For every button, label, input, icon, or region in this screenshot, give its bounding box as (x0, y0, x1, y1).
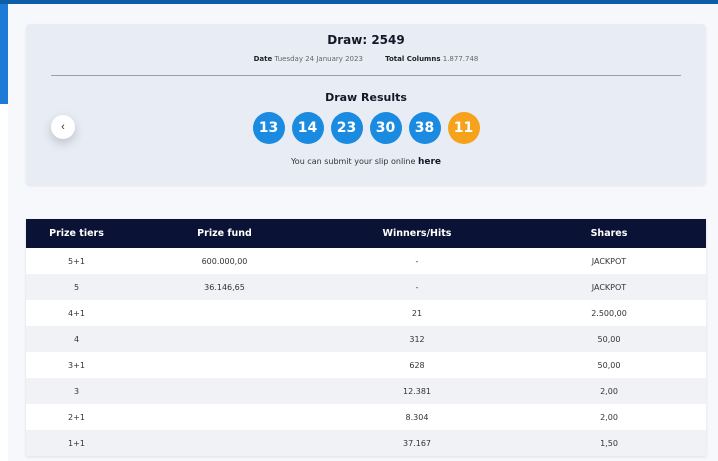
cell-tier: 3 (73, 386, 80, 396)
cell-tier: 3+1 (68, 360, 85, 370)
cell-fund (127, 378, 322, 404)
submit-slip-text: You can submit your slip online here (26, 157, 706, 167)
table-row: 2+1 8.304 2,00 (26, 404, 706, 430)
table-row: 3 12.381 2,00 (26, 378, 706, 404)
table-row: 4+1 21 2.500,00 (26, 300, 706, 326)
cell-fund (127, 430, 322, 456)
cell-tier: 5 (73, 282, 80, 292)
cell-shares: 2.500,00 (591, 308, 627, 318)
cell-fund: 36.146,65 (204, 282, 245, 292)
submit-slip-link[interactable]: here (418, 157, 441, 167)
result-ball: 30 (369, 112, 402, 144)
table-row: 1+1 37.167 1,50 (26, 430, 706, 456)
table-row: 5 36.146,65 - JACKPOT (26, 274, 706, 300)
draw-results-title: Draw Results (325, 91, 407, 104)
table-row: 5+1 600.000,00 - JACKPOT (26, 248, 706, 274)
cell-winners: 628 (409, 360, 425, 370)
total-columns-value: 1.877.748 (442, 55, 479, 63)
cell-shares: 2,00 (600, 412, 618, 422)
cell-shares: 2,00 (600, 386, 618, 396)
cell-shares: 50,00 (597, 334, 621, 344)
cell-fund (127, 404, 322, 430)
result-ball: 14 (291, 112, 324, 144)
side-panel-edge-lower (0, 104, 8, 461)
draw-result-balls: 13 14 23 30 38 11 (26, 112, 706, 144)
side-panel-edge (0, 4, 8, 104)
cell-winners: 21 (411, 308, 423, 318)
cell-tier: 5+1 (68, 256, 85, 266)
table-header-row: Prize tiers Prize fund Winners/Hits Shar… (26, 219, 706, 248)
cell-winners: 312 (409, 334, 425, 344)
cell-winners: 12.381 (403, 386, 431, 396)
prize-table: Prize tiers Prize fund Winners/Hits Shar… (26, 219, 706, 456)
result-ball: 38 (408, 112, 441, 144)
draw-meta: Date Tuesday 24 January 2023 Total Colum… (26, 55, 706, 63)
total-columns-label: Total Columns (385, 55, 441, 63)
cell-winners: 37.167 (403, 438, 431, 448)
divider (51, 75, 681, 76)
cell-fund (127, 326, 322, 352)
cell-shares: JACKPOT (591, 256, 627, 266)
cell-tier: 2+1 (68, 412, 85, 422)
table-row: 3+1 628 50,00 (26, 352, 706, 378)
cell-winners: - (415, 282, 419, 292)
cell-shares: 1,50 (600, 438, 618, 448)
header-shares: Shares (590, 228, 628, 239)
cell-fund (127, 300, 322, 326)
cell-winners: 8.304 (405, 412, 429, 422)
date-label: Date (253, 55, 273, 63)
draw-card: Draw: 2549 Date Tuesday 24 January 2023 … (26, 24, 706, 185)
table-row: 4 312 50,00 (26, 326, 706, 352)
cell-tier: 4 (73, 334, 80, 344)
cell-shares: 50,00 (597, 360, 621, 370)
cell-tier: 4+1 (68, 308, 85, 318)
cell-shares: JACKPOT (591, 282, 627, 292)
cell-fund (127, 352, 322, 378)
header-winners-hits: Winners/Hits (382, 228, 452, 239)
cell-tier: 1+1 (68, 438, 85, 448)
result-ball: 23 (330, 112, 363, 144)
header-prize-tiers: Prize tiers (49, 228, 104, 239)
joker-ball: 11 (447, 112, 480, 144)
draw-title: Draw: 2549 (327, 33, 405, 47)
date-value: Tuesday 24 January 2023 (274, 55, 363, 63)
cell-winners: - (415, 256, 419, 266)
submit-slip-label: You can submit your slip online (290, 157, 416, 166)
result-ball: 13 (252, 112, 285, 144)
header-prize-fund: Prize fund (197, 228, 252, 239)
top-accent-bar (0, 0, 718, 4)
cell-fund: 600.000,00 (201, 256, 248, 266)
